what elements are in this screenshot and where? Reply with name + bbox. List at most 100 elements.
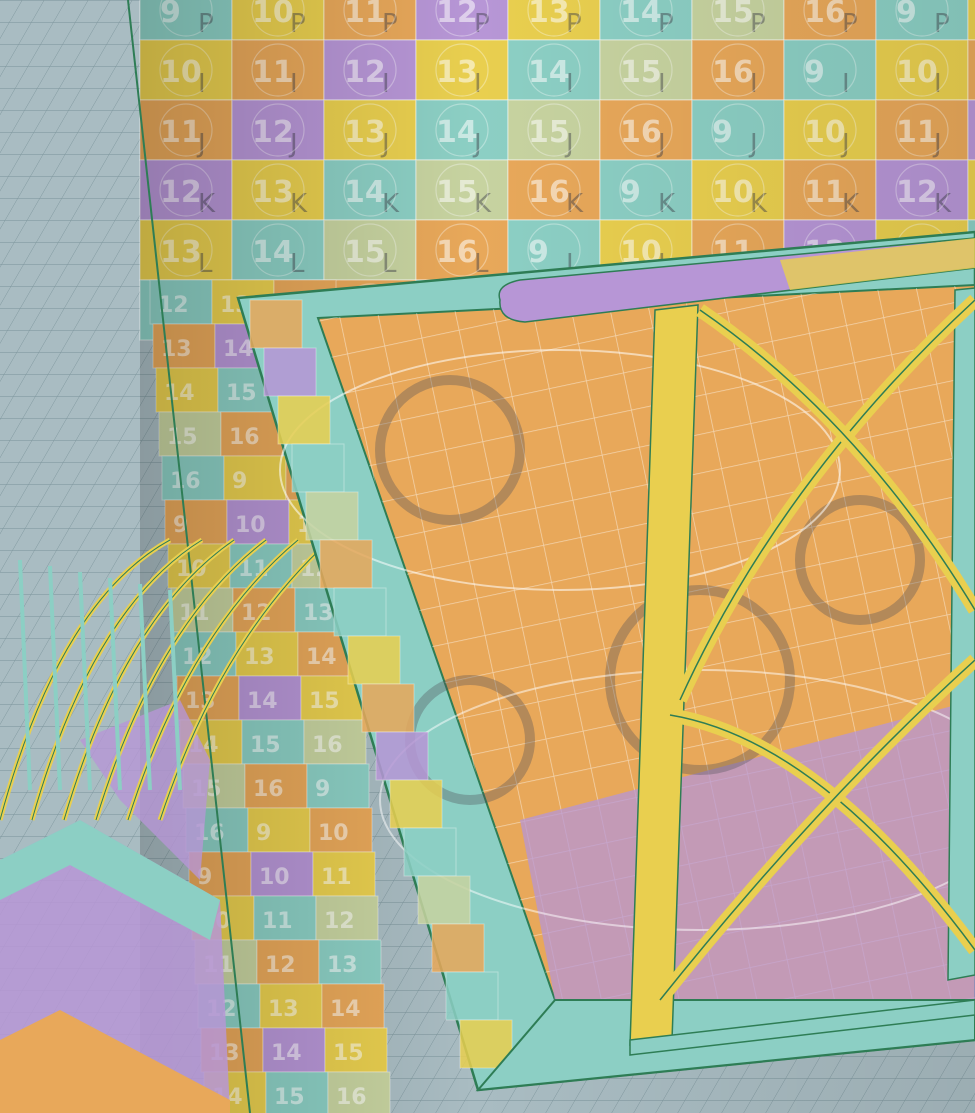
- uv-tile-letter: I: [750, 69, 758, 99]
- uv-tile-number: 14: [330, 997, 361, 1022]
- uv-tile-number: 10: [235, 513, 266, 538]
- uv-tile-number: 12: [324, 909, 355, 934]
- uv-tile-letter: I: [198, 69, 206, 99]
- uv-tile-number: 16: [229, 425, 260, 450]
- uv-test-render: 9P10P11P12P13P14P15P16P9P10P10I11I12I13I…: [0, 0, 975, 1113]
- uv-tile-letter: I: [382, 69, 390, 99]
- uv-tile-number: 10: [712, 175, 754, 210]
- uv-tile: [361, 683, 415, 733]
- uv-tile: [263, 347, 317, 397]
- uv-tile-letter: K: [382, 189, 400, 219]
- uv-tile-number: 13: [344, 115, 386, 150]
- uv-tile-number: 13: [436, 55, 478, 90]
- uv-tile: [249, 299, 303, 349]
- uv-tile-number: 14: [164, 381, 195, 406]
- uv-tile-number: 16: [312, 733, 343, 758]
- uv-tile: [347, 635, 401, 685]
- uv-tile-number: 14: [344, 175, 386, 210]
- uv-tile-number: 11: [344, 0, 386, 30]
- uv-tile-number: 16: [170, 469, 201, 494]
- uv-tile-number: 13: [160, 235, 202, 270]
- viewport-render: 9P10P11P12P13P14P15P16P9P10P10I11I12I13I…: [0, 0, 975, 1113]
- uv-tile-number: 10: [804, 115, 846, 150]
- uv-tile: [375, 731, 429, 781]
- uv-tile: [139, 0, 233, 41]
- uv-tile-number: 13: [252, 175, 294, 210]
- uv-tile-number: 14: [436, 115, 478, 150]
- uv-tile-number: 16: [528, 175, 570, 210]
- uv-tile-number: 12: [436, 0, 478, 30]
- uv-tile: [305, 491, 359, 541]
- uv-tile-letter: J: [932, 129, 942, 159]
- uv-tile-number: 11: [160, 115, 202, 150]
- uv-tile-number: 14: [247, 689, 278, 714]
- uv-tile-number: 9: [256, 821, 271, 846]
- uv-tile: [599, 159, 693, 221]
- uv-tile-letter: J: [840, 129, 850, 159]
- uv-tile-letter: I: [842, 69, 850, 99]
- uv-tile-letter: K: [198, 189, 216, 219]
- uv-tile-number: 15: [333, 1041, 364, 1066]
- uv-tile-number: 15: [436, 175, 478, 210]
- uv-tile: [389, 779, 443, 829]
- uv-tile: [691, 99, 785, 161]
- uv-tile-number: 16: [336, 1085, 367, 1110]
- uv-tile-number: 13: [244, 645, 275, 670]
- uv-tile-number: 15: [226, 381, 257, 406]
- uv-tile-number: 13: [327, 953, 358, 978]
- uv-tile-number: 11: [321, 865, 352, 890]
- uv-tile-number: 15: [250, 733, 281, 758]
- uv-tile-number: 15: [620, 55, 662, 90]
- uv-tile-letter: K: [566, 189, 584, 219]
- uv-tile-number: 12: [896, 175, 938, 210]
- uv-tile: [417, 875, 471, 925]
- uv-tile: [277, 395, 331, 445]
- uv-tile-letter: K: [290, 189, 308, 219]
- uv-tile-number: 14: [271, 1041, 302, 1066]
- uv-tile-letter: L: [198, 249, 213, 279]
- uv-tile-letter: I: [290, 69, 298, 99]
- uv-tile-number: 9: [896, 0, 917, 30]
- uv-tile-number: 15: [274, 1085, 305, 1110]
- uv-tile-number: 13: [268, 997, 299, 1022]
- uv-tile-number: 9: [620, 175, 641, 210]
- uv-tile-number: 12: [252, 115, 294, 150]
- uv-tile-number: 15: [309, 689, 340, 714]
- uv-tile-letter: J: [288, 129, 298, 159]
- uv-tile-number: 15: [528, 115, 570, 150]
- uv-tile-number: 11: [896, 115, 938, 150]
- uv-tile-number: 9: [315, 777, 330, 802]
- uv-tile-number: 9: [712, 115, 733, 150]
- uv-tile-number: 14: [252, 235, 294, 270]
- uv-tile-letter: J: [748, 129, 758, 159]
- uv-tile-number: 14: [528, 55, 570, 90]
- uv-tile-number: 10: [259, 865, 290, 890]
- uv-tile-number: 13: [303, 601, 334, 626]
- uv-tile-number: 12: [344, 55, 386, 90]
- uv-tile-number: 12: [265, 953, 296, 978]
- uv-tile-letter: I: [566, 69, 574, 99]
- uv-tile-letter: J: [196, 129, 206, 159]
- uv-tile: [431, 923, 485, 973]
- uv-tile-number: 16: [620, 115, 662, 150]
- uv-tile: [783, 39, 877, 101]
- uv-tile-number: 9: [804, 55, 825, 90]
- uv-tile-number: 15: [712, 0, 754, 30]
- uv-tile: [967, 159, 975, 221]
- uv-tile: [445, 971, 499, 1021]
- uv-tile-letter: L: [290, 249, 305, 279]
- uv-tile-letter: J: [564, 129, 574, 159]
- uv-tile-number: 11: [262, 909, 293, 934]
- uv-tile-letter: I: [934, 69, 942, 99]
- uv-tile-letter: K: [934, 189, 952, 219]
- uv-tile: [333, 587, 387, 637]
- uv-tile-letter: J: [380, 129, 390, 159]
- uv-tile-number: 14: [620, 0, 662, 30]
- uv-tile-number: 12: [160, 175, 202, 210]
- uv-tile-letter: J: [656, 129, 666, 159]
- uv-tile: [967, 39, 975, 101]
- uv-tile-number: 9: [528, 235, 549, 270]
- uv-tile: [967, 0, 975, 41]
- uv-tile-number: 10: [252, 0, 294, 30]
- uv-tile: [967, 99, 975, 161]
